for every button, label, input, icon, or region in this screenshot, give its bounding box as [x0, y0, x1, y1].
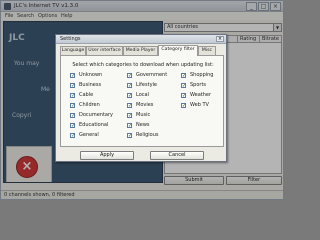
checkmark-icon[interactable]: ✓ — [127, 83, 132, 89]
tab-language[interactable]: Language — [60, 46, 86, 55]
checkmark-icon[interactable]: ✓ — [127, 73, 132, 79]
checkmark-icon[interactable]: ✓ — [70, 133, 75, 139]
category-filter-panel: Select which categories to download when… — [60, 55, 224, 147]
category-label: General — [79, 132, 99, 138]
checkmark-icon[interactable]: ✓ — [181, 83, 186, 89]
category-label: Local — [136, 92, 149, 98]
dialog-title-bar[interactable]: Settings × — [56, 35, 226, 44]
checkmark-icon[interactable]: ✓ — [127, 123, 132, 129]
category-label: Business — [79, 82, 102, 88]
category-label: Web TV — [190, 102, 209, 108]
checkmark-icon[interactable]: ✓ — [127, 93, 132, 99]
checkmark-icon[interactable]: ✓ — [70, 103, 75, 109]
tab-category-filter[interactable]: Category filter — [158, 45, 198, 56]
category-label: Unknown — [79, 72, 103, 78]
tab-media-player[interactable]: Media Player — [123, 46, 158, 55]
dialog-close-button[interactable]: × — [216, 36, 224, 42]
apply-button[interactable]: Apply — [80, 151, 134, 160]
checkmark-icon[interactable]: ✓ — [70, 83, 75, 89]
checkmark-icon[interactable]: ✓ — [127, 113, 132, 119]
category-label: Government — [136, 72, 168, 78]
category-label: Movies — [136, 102, 154, 108]
checkmark-icon[interactable]: ✓ — [70, 113, 75, 119]
settings-dialog: Settings × Language User interface Media… — [55, 34, 227, 162]
category-label: Lifestyle — [136, 82, 158, 88]
checkmark-icon[interactable]: ✓ — [70, 123, 75, 129]
category-label: Children — [79, 102, 100, 108]
category-label: Sports — [190, 82, 207, 88]
checkmark-icon[interactable]: ✓ — [70, 73, 75, 79]
category-label: Music — [136, 112, 151, 118]
dialog-title: Settings — [60, 36, 81, 42]
category-label: Documentary — [79, 112, 113, 118]
tab-user-interface[interactable]: User interface — [86, 46, 123, 55]
category-label: Shopping — [190, 72, 214, 78]
checkmark-icon[interactable]: ✓ — [181, 93, 186, 99]
category-label: Weather — [190, 92, 212, 98]
instructions-text: Select which categories to download when… — [72, 62, 214, 68]
category-label: Cable — [79, 92, 94, 98]
checkmark-icon[interactable]: ✓ — [181, 73, 186, 79]
category-label: Religious — [136, 132, 159, 138]
tab-misc[interactable]: Misc — [198, 46, 216, 55]
checkmark-icon[interactable]: ✓ — [70, 93, 75, 99]
category-label: News — [136, 122, 150, 128]
checkmark-icon[interactable]: ✓ — [127, 103, 132, 109]
checkmark-icon[interactable]: ✓ — [181, 103, 186, 109]
cancel-button[interactable]: Cancel — [150, 151, 204, 160]
checkmark-icon[interactable]: ✓ — [127, 133, 132, 139]
category-label: Educational — [79, 122, 109, 128]
